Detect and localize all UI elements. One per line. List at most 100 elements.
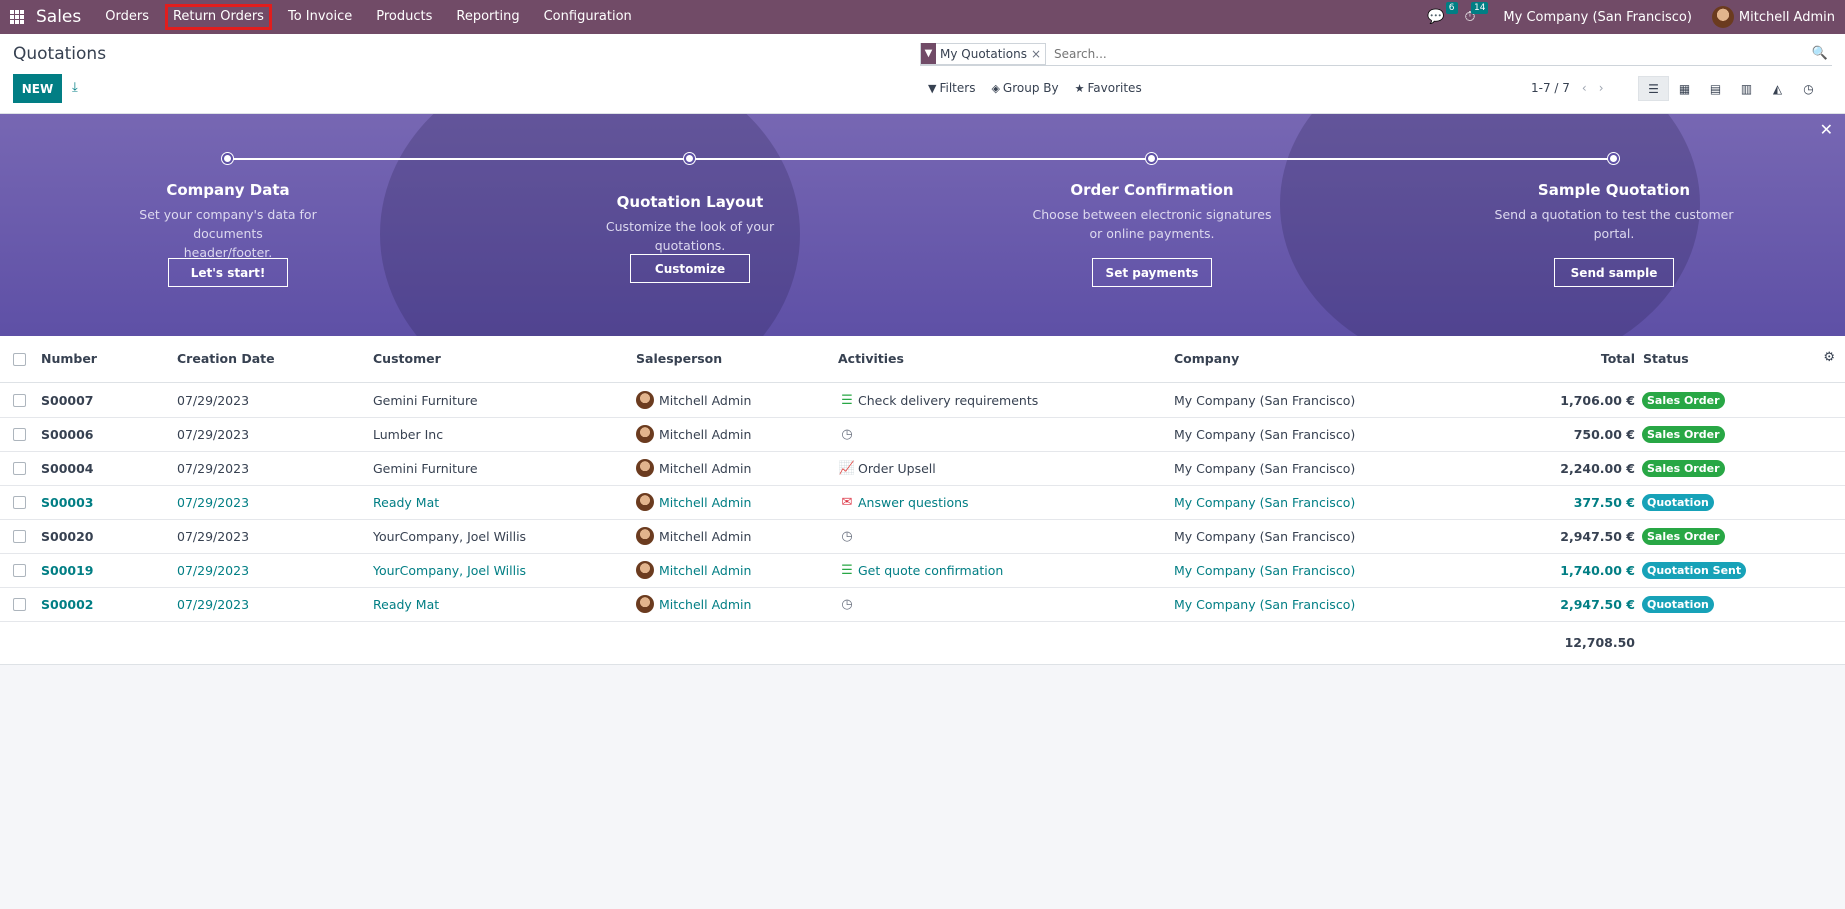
row-checkbox[interactable] <box>13 496 26 509</box>
page-title: Quotations <box>13 44 107 64</box>
list-icon[interactable]: ☰ <box>838 391 856 409</box>
avatar <box>1711 6 1734 28</box>
chat-icon: 💬 <box>1427 9 1445 25</box>
cell-company: My Company (San Francisco) <box>1174 393 1356 408</box>
close-icon[interactable]: × <box>1031 47 1045 61</box>
header-activities[interactable]: Activities <box>838 351 904 366</box>
groupby-label: Group By <box>1002 81 1059 95</box>
envelope-icon[interactable]: ✉ <box>838 493 856 511</box>
groupby-button[interactable]: ◈ Group By <box>991 81 1058 95</box>
cell-customer: Gemini Furniture <box>373 461 478 476</box>
graph-view-icon[interactable]: ◭ <box>1762 76 1793 101</box>
close-icon[interactable]: ✕ <box>1820 120 1833 139</box>
cell-activity[interactable]: ◷ <box>838 595 858 613</box>
menu-to-invoice[interactable]: To Invoice <box>276 0 364 34</box>
customize-button[interactable]: Customize <box>630 254 750 283</box>
activities-badge: 14 <box>1470 2 1489 14</box>
search-icon[interactable]: 🔍 <box>1812 46 1828 61</box>
chevron-right-icon[interactable]: › <box>1599 81 1604 95</box>
header-company[interactable]: Company <box>1174 351 1239 366</box>
step-title: Company Data <box>166 181 290 199</box>
grand-total: 12,708.50 <box>1564 635 1635 650</box>
favorites-button[interactable]: ★ Favorites <box>1075 81 1142 95</box>
app-brand[interactable]: Sales <box>36 7 81 27</box>
list-view-icon[interactable]: ☰ <box>1638 76 1669 101</box>
new-button[interactable]: NEW <box>13 74 62 103</box>
select-all-checkbox[interactable] <box>13 353 26 366</box>
cell-salesperson: Mitchell Admin <box>636 561 751 579</box>
pager-value[interactable]: 1-7 / 7 <box>1531 81 1570 95</box>
step-description-2: or online payments. <box>1089 226 1215 241</box>
clock-icon[interactable]: ◷ <box>838 595 856 613</box>
list-icon[interactable]: ☰ <box>838 561 856 579</box>
set-payments-button[interactable]: Set payments <box>1092 258 1212 287</box>
menu-configuration[interactable]: Configuration <box>532 0 644 34</box>
cell-activity[interactable]: ☰ Check delivery requirements <box>838 391 1038 409</box>
table-row[interactable]: S00003 07/29/2023 Ready Mat Mitchell Admin ✉… <box>0 486 1845 520</box>
send-sample-button[interactable]: Send sample <box>1554 258 1674 287</box>
activity-summary: Answer questions <box>858 494 969 510</box>
row-checkbox[interactable] <box>13 394 26 407</box>
activity-summary: Order Upsell <box>858 460 936 476</box>
step-quotation-layout: Quotation Layout Customize the look of y… <box>570 193 810 255</box>
user-menu[interactable]: Mitchell Admin <box>1711 6 1835 28</box>
lets-start-button[interactable]: Let's start! <box>168 258 288 287</box>
header-total[interactable]: Total <box>1500 351 1635 366</box>
cell-activity[interactable]: ◷ <box>838 425 858 443</box>
chevron-left-icon[interactable]: ‹ <box>1582 81 1587 95</box>
table-row[interactable]: S00007 07/29/2023 Gemini Furniture Mitchell… <box>0 384 1845 418</box>
activities-button[interactable]: ⏱ 14 <box>1465 2 1489 25</box>
quotations-table: Number Creation Date Customer Salesperso… <box>0 336 1845 665</box>
cell-activity[interactable]: ☰ Get quote confirmation <box>838 561 1003 579</box>
header-status[interactable]: Status <box>1643 351 1689 366</box>
status-badge: Sales Order <box>1642 528 1725 545</box>
row-checkbox[interactable] <box>13 462 26 475</box>
messages-button[interactable]: 💬 6 <box>1427 2 1458 25</box>
activity-view-icon[interactable]: ◷ <box>1793 76 1824 101</box>
cell-activity[interactable]: ◷ <box>838 527 858 545</box>
salesperson-name: Mitchell Admin <box>659 562 752 578</box>
download-icon[interactable]: ⤓ <box>72 80 78 95</box>
cell-activity[interactable]: 📈 Order Upsell <box>838 459 936 477</box>
cell-salesperson: Mitchell Admin <box>636 595 751 613</box>
kanban-view-icon[interactable]: ▦ <box>1669 76 1700 101</box>
clock-icon[interactable]: ◷ <box>838 425 856 443</box>
cell-total: 1,740.00 € <box>1560 563 1635 578</box>
cell-creation-date: 07/29/2023 <box>177 529 250 544</box>
step-dot <box>1146 153 1157 164</box>
company-switcher[interactable]: My Company (San Francisco) <box>1503 10 1691 25</box>
search-input[interactable] <box>1054 46 1812 61</box>
menu-return-orders[interactable]: Return Orders <box>161 0 276 34</box>
table-row[interactable]: S00006 07/29/2023 Lumber Inc Mitchell Admin… <box>0 418 1845 452</box>
menu-reporting[interactable]: Reporting <box>444 0 531 34</box>
clock-icon[interactable]: ◷ <box>838 527 856 545</box>
cell-customer: Ready Mat <box>373 597 440 612</box>
row-checkbox[interactable] <box>13 530 26 543</box>
filters-button[interactable]: ▼ Filters <box>928 81 975 95</box>
apps-grid-icon[interactable] <box>10 10 24 24</box>
row-checkbox[interactable] <box>13 428 26 441</box>
menu-products[interactable]: Products <box>364 0 444 34</box>
header-creation-date[interactable]: Creation Date <box>177 351 275 366</box>
table-row[interactable]: S00019 07/29/2023 YourCompany, Joel Willis… <box>0 554 1845 588</box>
step-title: Sample Quotation <box>1537 181 1691 199</box>
step-sample-quotation: Sample Quotation Send a quotation to tes… <box>1494 181 1734 243</box>
table-row[interactable]: S00020 07/29/2023 YourCompany, Joel Willis… <box>0 520 1845 554</box>
menu-orders[interactable]: Orders <box>93 0 161 34</box>
header-number[interactable]: Number <box>41 351 97 366</box>
cell-creation-date: 07/29/2023 <box>177 597 250 612</box>
pivot-view-icon[interactable]: ▥ <box>1731 76 1762 101</box>
table-row[interactable]: S00002 07/29/2023 Ready Mat Mitchell Admin ◷… <box>0 588 1845 622</box>
header-salesperson[interactable]: Salesperson <box>636 351 722 366</box>
cell-activity[interactable]: ✉ Answer questions <box>838 493 969 511</box>
header-customer[interactable]: Customer <box>373 351 441 366</box>
chart-icon[interactable]: 📈 <box>838 459 856 477</box>
table-row[interactable]: S00004 07/29/2023 Gemini Furniture Mitchell… <box>0 452 1845 486</box>
row-checkbox[interactable] <box>13 564 26 577</box>
column-settings-icon[interactable]: ⚙ <box>1823 350 1835 365</box>
step-dot <box>1608 153 1619 164</box>
calendar-view-icon[interactable]: ▤ <box>1700 76 1731 101</box>
row-checkbox[interactable] <box>13 598 26 611</box>
avatar <box>636 561 654 579</box>
cell-salesperson: Mitchell Admin <box>636 391 751 409</box>
